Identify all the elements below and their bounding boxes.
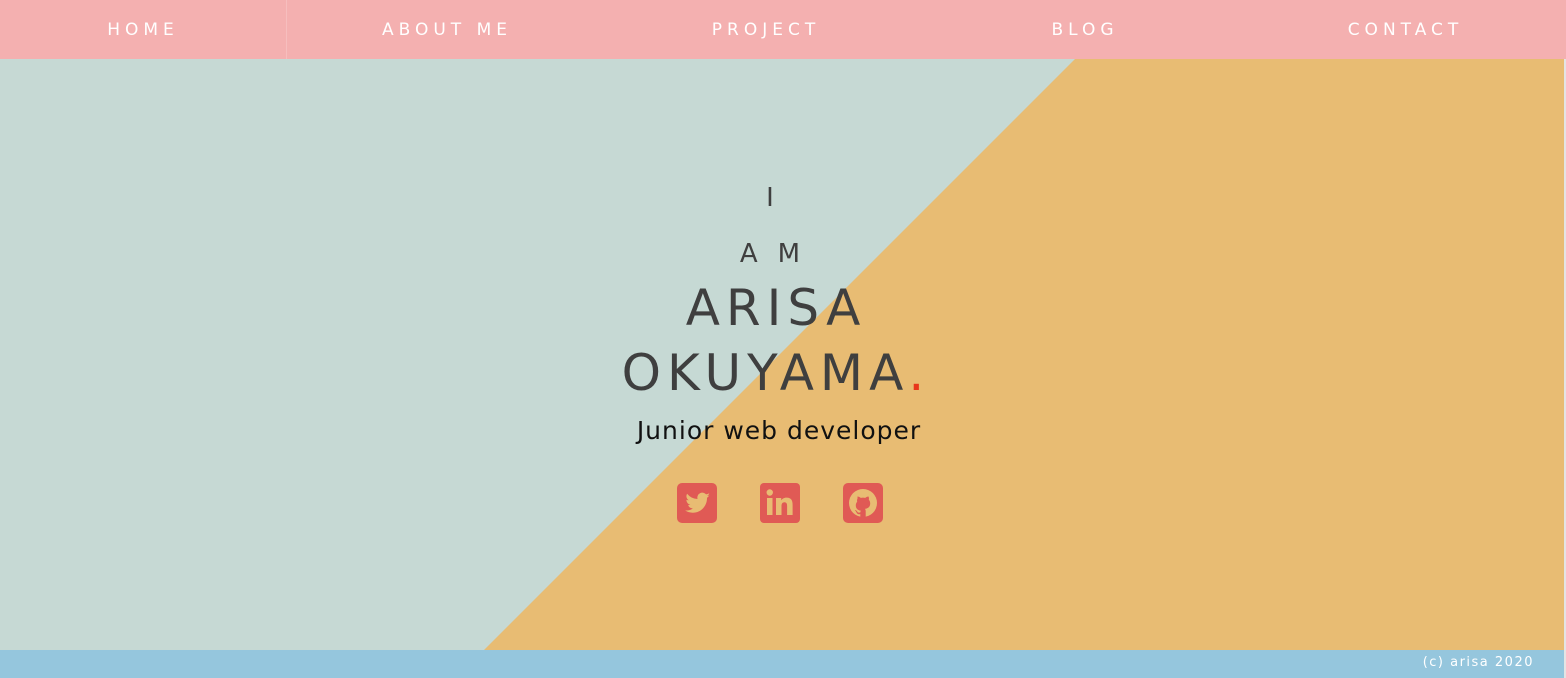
hero-content: I AM ARISA OKUYAMA. Junior web developer xyxy=(0,59,1566,650)
hero-subtitle: Junior web developer xyxy=(636,416,922,445)
intro-line-am: AM xyxy=(739,239,821,269)
last-name-text: OKUYAMA xyxy=(621,344,909,402)
github-link[interactable] xyxy=(843,483,883,523)
top-nav: HOME ABOUT ME PROJECT BLOG CONTACT xyxy=(0,0,1566,59)
page: HOME ABOUT ME PROJECT BLOG CONTACT I AM … xyxy=(0,0,1566,678)
nav-about-me[interactable]: ABOUT ME xyxy=(287,0,607,59)
twitter-icon xyxy=(677,483,717,523)
nav-project[interactable]: PROJECT xyxy=(607,0,925,59)
nav-home[interactable]: HOME xyxy=(0,0,287,59)
nav-contact[interactable]: CONTACT xyxy=(1245,0,1566,59)
nav-blog[interactable]: BLOG xyxy=(925,0,1245,59)
linkedin-link[interactable] xyxy=(760,483,800,523)
accent-dot: . xyxy=(908,344,931,402)
linkedin-icon xyxy=(760,483,800,523)
github-icon xyxy=(843,483,883,523)
hero-first-name: ARISA xyxy=(685,279,867,337)
twitter-link[interactable] xyxy=(677,483,717,523)
footer: (c) arisa 2020 xyxy=(0,650,1566,678)
hero-section: I AM ARISA OKUYAMA. Junior web developer xyxy=(0,59,1566,650)
intro-line-i: I xyxy=(766,183,794,213)
copyright-text: (c) arisa 2020 xyxy=(1422,655,1534,670)
hero-last-name: OKUYAMA. xyxy=(0,344,1552,402)
